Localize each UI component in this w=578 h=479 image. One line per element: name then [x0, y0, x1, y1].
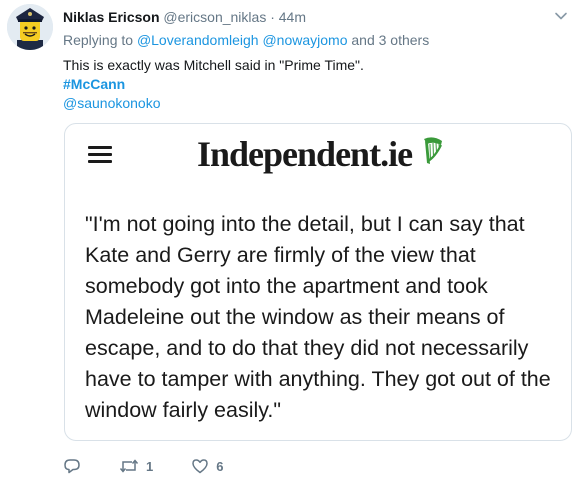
- like-action[interactable]: 6: [191, 457, 223, 475]
- hashtag-link[interactable]: #McCann: [63, 75, 125, 94]
- quote-text: "I'm not going into the detail, but I ca…: [85, 212, 551, 422]
- heart-icon: [192, 459, 208, 474]
- police-lego-avatar-icon: [7, 4, 53, 50]
- separator-dot: ·: [270, 9, 275, 25]
- publication-logo: Independent.ie: [197, 134, 413, 174]
- replying-to: Replying to @Loverandomleigh @nowayjomo …: [63, 31, 429, 49]
- replying-to-others[interactable]: and 3 others: [351, 32, 429, 48]
- display-name[interactable]: Niklas Ericson: [63, 9, 160, 25]
- tweet: Niklas Ericson @ericson_niklas · 44m Rep…: [0, 0, 578, 479]
- reply-icon: [64, 459, 80, 474]
- mention-link[interactable]: @saunokonoko: [63, 94, 161, 113]
- avatar[interactable]: [7, 4, 53, 50]
- reply-mention-link[interactable]: @Loverandomleigh: [137, 32, 259, 48]
- like-count: 6: [216, 458, 224, 474]
- user-handle[interactable]: @ericson_niklas: [163, 9, 266, 25]
- retweet-action[interactable]: 1: [119, 457, 153, 475]
- retweet-count: 1: [146, 458, 154, 474]
- tweet-actions: 1 6: [63, 455, 261, 477]
- tweet-text: This is exactly was Mitchell said in "Pr…: [63, 57, 364, 73]
- reply-action[interactable]: [63, 457, 81, 475]
- hamburger-icon: [88, 146, 112, 164]
- tweet-header: Niklas Ericson @ericson_niklas · 44m: [63, 7, 306, 27]
- replying-to-prefix: Replying to: [63, 32, 134, 48]
- harp-icon: [424, 137, 442, 164]
- reply-mention-link[interactable]: @nowayjomo: [262, 32, 347, 48]
- retweet-icon: [119, 459, 139, 473]
- chevron-down-icon[interactable]: [554, 9, 568, 23]
- logo-text: Independent.ie: [197, 134, 413, 174]
- media-card[interactable]: Independent.ie "I'm not going into the d…: [64, 123, 572, 441]
- timestamp[interactable]: 44m: [279, 9, 306, 25]
